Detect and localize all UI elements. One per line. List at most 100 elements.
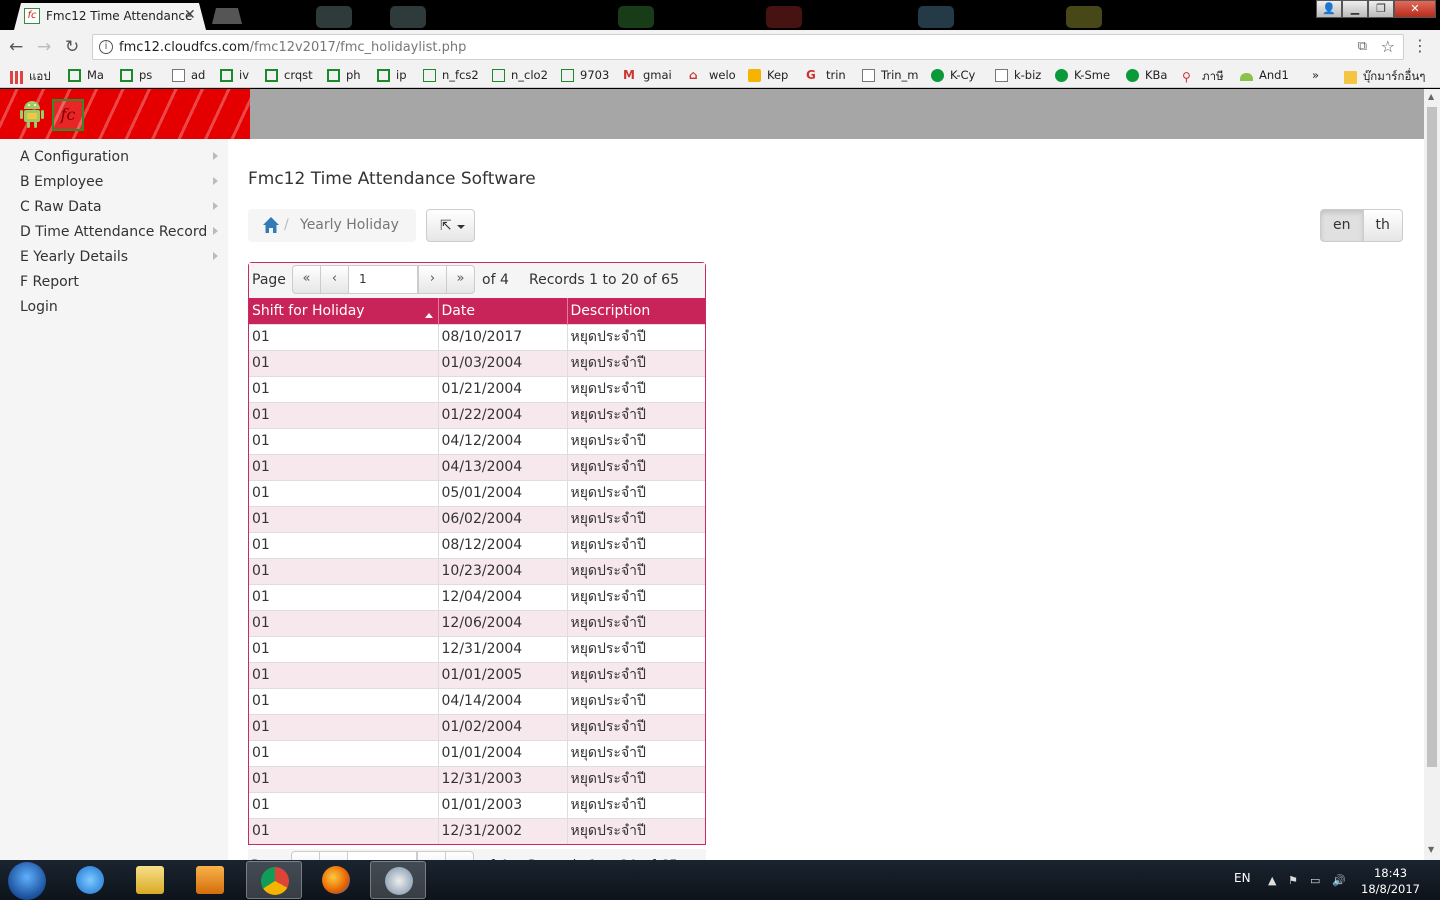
sidebar-item-time-attendance-record[interactable]: D Time Attendance Record	[20, 224, 220, 240]
table-row[interactable]: 01 12/06/2004 หยุดประจำปี	[249, 609, 705, 636]
bookmark-item[interactable]: iv	[220, 68, 249, 82]
bookmark-item[interactable]: ⚲ ภาษี	[1182, 68, 1224, 86]
page-number-input[interactable]: 1	[348, 265, 418, 294]
table-row[interactable]: 01 01/22/2004 หยุดประจำปี	[249, 401, 705, 428]
action-center-flag-icon[interactable]: ⚑	[1288, 874, 1298, 887]
table-row[interactable]: 01 06/02/2004 หยุดประจำปี	[249, 505, 705, 532]
table-row[interactable]: 01 12/31/2004 หยุดประจำปี	[249, 635, 705, 662]
column-header-description[interactable]: Description	[567, 298, 705, 324]
table-row[interactable]: 01 04/14/2004 หยุดประจำปี	[249, 687, 705, 714]
tab-close-icon[interactable]: ✕	[184, 7, 196, 23]
table-row[interactable]: 01 12/04/2004 หยุดประจำปี	[249, 583, 705, 610]
reload-icon[interactable]: ↻	[65, 37, 79, 57]
bookmark-star-icon[interactable]: ☆	[1381, 37, 1395, 56]
bookmark-item[interactable]: Kep	[748, 68, 788, 82]
sidebar-item-employee[interactable]: B Employee	[20, 174, 220, 190]
page-scrollbar[interactable]: ▲ ▼	[1424, 89, 1440, 860]
internet-explorer-taskbar-button[interactable]	[62, 861, 118, 899]
sidebar-item-raw-data[interactable]: C Raw Data	[20, 199, 220, 215]
table-row[interactable]: 01 08/10/2017 หยุดประจำปี	[249, 323, 705, 350]
sidebar-item-configuration[interactable]: A Configuration	[20, 149, 220, 165]
site-info-icon[interactable]: i	[99, 40, 113, 54]
firefox-taskbar-button[interactable]	[308, 861, 364, 899]
table-row[interactable]: 01 05/01/2004 หยุดประจำปี	[249, 479, 705, 506]
bookmark-item[interactable]: k-biz	[995, 68, 1041, 82]
last-page-button[interactable]: »	[445, 851, 474, 860]
bookmark-item[interactable]: Mgmai	[623, 68, 672, 82]
network-icon[interactable]: ▭	[1310, 874, 1320, 887]
scroll-down-icon[interactable]: ▼	[1428, 845, 1434, 854]
translate-icon[interactable]: ⧉	[1358, 39, 1367, 54]
bookmark-item[interactable]: ad	[172, 68, 205, 82]
bookmark-item[interactable]: K-Sme	[1055, 68, 1110, 82]
last-page-button[interactable]: »	[446, 265, 475, 294]
back-icon[interactable]: ←	[9, 37, 23, 57]
first-page-button[interactable]: «	[292, 265, 321, 294]
bookmark-item[interactable]: ⌂ welo	[689, 68, 736, 82]
table-row[interactable]: 01 01/02/2004 หยุดประจำปี	[249, 713, 705, 740]
start-button[interactable]	[8, 862, 46, 900]
volume-icon[interactable]: 🔊	[1332, 874, 1346, 887]
next-page-button[interactable]: ›	[418, 265, 447, 294]
bookmark-item[interactable]: n_fcs2	[423, 68, 479, 82]
column-header-shift[interactable]: Shift for Holiday	[249, 298, 439, 324]
scroll-up-icon[interactable]: ▲	[1428, 92, 1434, 101]
scrollbar-thumb[interactable]	[1427, 107, 1437, 767]
bookmark-item[interactable]: Ma	[68, 68, 104, 82]
browser-menu-icon[interactable]: ⋮	[1412, 36, 1428, 55]
forward-icon[interactable]: →	[37, 37, 51, 57]
first-page-button[interactable]: «	[291, 851, 320, 860]
home-icon[interactable]	[262, 216, 280, 234]
chrome-taskbar-button[interactable]	[246, 861, 302, 899]
bookmark-item[interactable]: K-Cy	[931, 68, 975, 82]
page-number-input[interactable]: 1	[347, 851, 417, 860]
minimize-icon[interactable]: ▁	[1342, 0, 1368, 18]
bookmark-item[interactable]: n_clo2	[492, 68, 548, 82]
user-profile-icon[interactable]: 👤	[1316, 0, 1342, 18]
bookmark-item[interactable]: Trin_m	[862, 68, 919, 82]
site-logo[interactable]: fc	[0, 89, 250, 139]
next-page-button[interactable]: ›	[417, 851, 446, 860]
window-close-icon[interactable]: ✕	[1394, 0, 1436, 18]
show-hidden-icons-icon[interactable]: ▲	[1268, 874, 1276, 887]
file-explorer-taskbar-button[interactable]	[122, 861, 178, 899]
lang-en-button[interactable]: en	[1320, 209, 1364, 242]
browser-tab[interactable]: fc Fmc12 Time Attendance ✕	[14, 3, 206, 30]
bookmark-item[interactable]: Gtrin	[806, 68, 846, 82]
export-dropdown-button[interactable]: ⇱	[426, 209, 475, 242]
table-row[interactable]: 01 08/12/2004 หยุดประจำปี	[249, 531, 705, 558]
bookmark-item[interactable]: ph	[327, 68, 361, 82]
table-row[interactable]: 01 10/23/2004 หยุดประจำปี	[249, 557, 705, 584]
column-header-date[interactable]: Date	[438, 298, 568, 324]
other-bookmarks-folder[interactable]: บุ๊กมาร์กอื่นๆ	[1344, 68, 1425, 86]
table-row[interactable]: 01 01/21/2004 หยุดประจำปี	[249, 375, 705, 402]
address-bar[interactable]: i fmc12.cloudfcs.com/fmc12v2017/fmc_holi…	[92, 34, 1404, 60]
table-row[interactable]: 01 12/31/2003 หยุดประจำปี	[249, 765, 705, 792]
table-row[interactable]: 01 01/03/2004 หยุดประจำปี	[249, 349, 705, 376]
prev-page-button[interactable]: ‹	[320, 265, 349, 294]
table-row[interactable]: 01 12/31/2002 หยุดประจำปี	[249, 817, 705, 844]
bookmarks-overflow-button[interactable]: »	[1312, 68, 1319, 82]
new-tab-button[interactable]	[212, 8, 242, 24]
bookmark-item[interactable]: And1	[1240, 68, 1289, 82]
table-row[interactable]: 01 04/12/2004 หยุดประจำปี	[249, 427, 705, 454]
bookmark-item[interactable]: ip	[377, 68, 407, 82]
system-clock[interactable]: 18:43 18/8/2017	[1361, 865, 1420, 897]
bookmark-item[interactable]: crqst	[265, 68, 313, 82]
table-row[interactable]: 01 01/01/2005 หยุดประจำปี	[249, 661, 705, 688]
sidebar-item-login[interactable]: Login	[20, 299, 220, 315]
bookmark-item[interactable]: KBa	[1126, 68, 1167, 82]
media-player-taskbar-button[interactable]	[182, 861, 238, 899]
table-row[interactable]: 01 04/13/2004 หยุดประจำปี	[249, 453, 705, 480]
table-row[interactable]: 01 01/01/2004 หยุดประจำปี	[249, 739, 705, 766]
sidebar-item-report[interactable]: F Report	[20, 274, 220, 290]
bookmark-item[interactable]: ps	[120, 68, 152, 82]
bookmark-item[interactable]: แอป	[10, 68, 51, 86]
table-row[interactable]: 01 01/01/2003 หยุดประจำปี	[249, 791, 705, 818]
input-language[interactable]: EN	[1234, 871, 1251, 885]
maximize-icon[interactable]: ❐	[1368, 0, 1394, 18]
bookmark-item[interactable]: 9703	[561, 68, 609, 82]
sidebar-item-yearly-details[interactable]: E Yearly Details	[20, 249, 220, 265]
paint-taskbar-button[interactable]	[370, 861, 426, 899]
prev-page-button[interactable]: ‹	[319, 851, 348, 860]
